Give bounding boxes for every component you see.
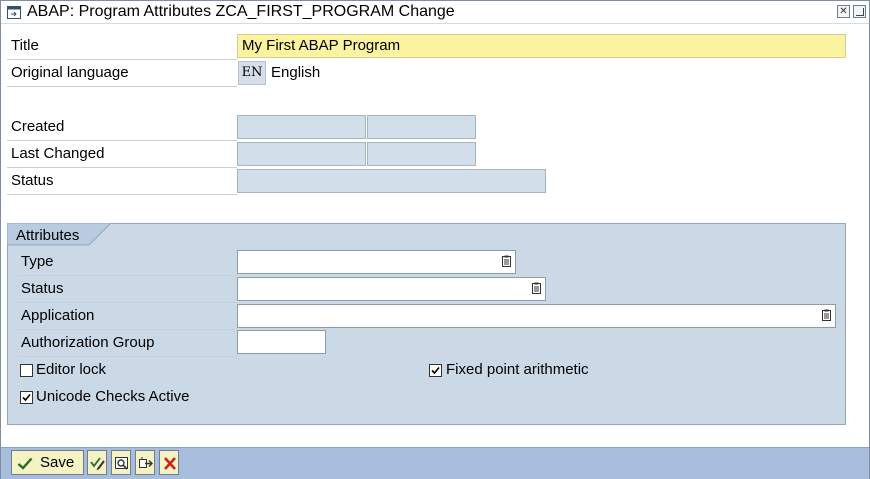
last-changed-label: Last Changed (7, 142, 237, 168)
other-object-icon (139, 457, 153, 468)
created-date-field (367, 115, 476, 139)
display-icon (115, 457, 128, 470)
checkmark-icon (22, 393, 31, 402)
close-button[interactable]: ✕ (837, 5, 850, 18)
status-field (237, 169, 546, 193)
close-icon: ✕ (839, 6, 848, 17)
created-by-field (237, 115, 366, 139)
title-input[interactable]: My First ABAP Program (237, 34, 846, 58)
unicode-checks-checkbox[interactable] (20, 391, 33, 404)
application-input[interactable] (237, 304, 836, 328)
edit-icon (90, 457, 105, 471)
program-attributes-dialog: ABAP: Program Attributes ZCA_FIRST_PROGR… (0, 0, 870, 479)
language-code: EN (238, 61, 266, 85)
window-title: ABAP: Program Attributes ZCA_FIRST_PROGR… (27, 3, 455, 20)
value-help-icon[interactable] (822, 309, 831, 321)
cancel-button[interactable] (159, 450, 179, 475)
type-label: Type (17, 250, 237, 276)
other-object-button[interactable] (135, 450, 155, 475)
last-changed-date-field (367, 142, 476, 166)
save-button[interactable]: Save (11, 450, 84, 475)
edit-button[interactable] (87, 450, 107, 475)
checkmark-icon (431, 366, 440, 375)
dialog-icon (7, 6, 21, 19)
original-language-label: Original language (7, 61, 237, 87)
authorization-group-label: Authorization Group (17, 331, 237, 357)
cancel-icon (164, 457, 176, 470)
save-button-label: Save (40, 454, 75, 471)
display-object-button[interactable] (111, 450, 131, 475)
language-name: English (271, 64, 321, 81)
fixed-point-label: Fixed point arithmetic (446, 361, 589, 378)
bottom-toolbar (1, 447, 869, 479)
title-label: Title (7, 34, 237, 60)
authorization-group-input[interactable] (237, 330, 326, 354)
attr-status-input[interactable] (237, 277, 546, 301)
type-input[interactable] (237, 250, 516, 274)
created-label: Created (7, 115, 237, 141)
value-help-icon[interactable] (532, 282, 541, 294)
editor-lock-checkbox[interactable] (20, 364, 33, 377)
title-bar: ABAP: Program Attributes ZCA_FIRST_PROGR… (1, 1, 869, 24)
save-check-icon (17, 457, 33, 470)
resize-handle[interactable] (853, 5, 866, 18)
value-help-icon[interactable] (502, 255, 511, 267)
unicode-checks-label: Unicode Checks Active (36, 388, 190, 405)
status-label: Status (7, 169, 237, 195)
last-changed-by-field (237, 142, 366, 166)
attr-status-label: Status (17, 277, 237, 303)
application-label: Application (17, 304, 237, 330)
editor-lock-label: Editor lock (36, 361, 107, 378)
fixed-point-checkbox[interactable] (429, 364, 442, 377)
attributes-group-title: Attributes (16, 227, 80, 244)
